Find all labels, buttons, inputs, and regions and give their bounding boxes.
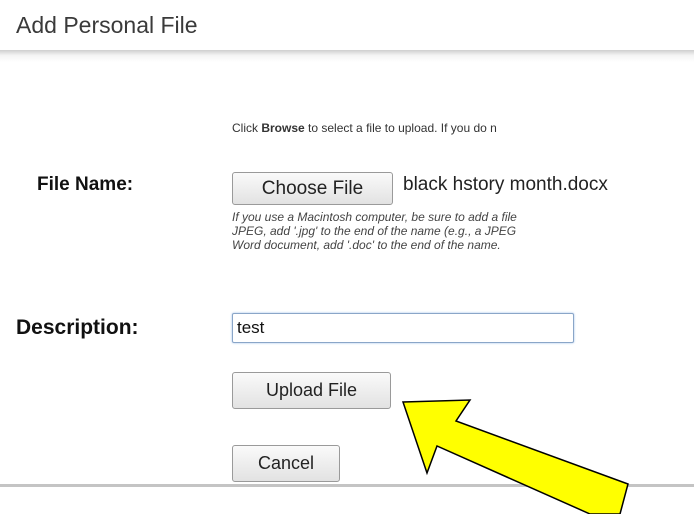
annotation-arrow [401, 399, 629, 514]
yellow-arrow-icon [401, 399, 629, 514]
